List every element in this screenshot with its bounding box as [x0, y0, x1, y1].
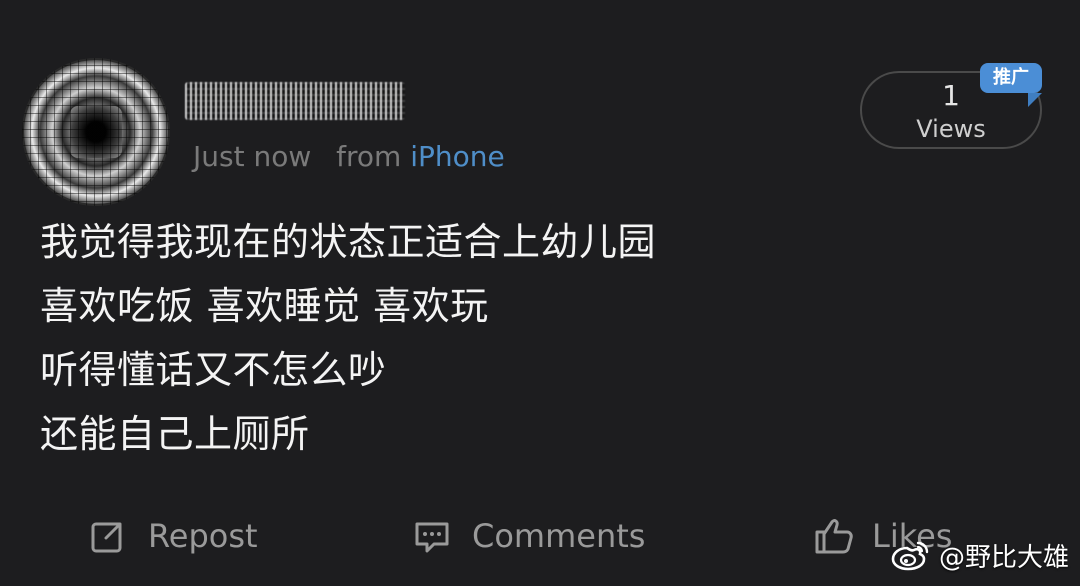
post-platform-link[interactable]: iPhone [410, 140, 505, 173]
promotion-badge: 推广 [980, 63, 1042, 107]
comments-icon [412, 516, 452, 556]
post-body-line: 我觉得我现在的状态正适合上幼儿园 [40, 220, 657, 264]
repost-icon [88, 516, 128, 556]
user-avatar[interactable] [22, 58, 170, 206]
like-icon [812, 514, 856, 558]
weibo-post-screen: Just now from iPhone 1 Views 推广 我觉得我现在的状… [0, 0, 1080, 586]
comments-button[interactable]: Comments [412, 514, 645, 558]
repost-label: Repost [148, 517, 258, 555]
views-label: Views [916, 115, 986, 143]
post-meta: Just now from iPhone [193, 137, 505, 177]
post-body: 我觉得我现在的状态正适合上幼儿园 喜欢吃饭 喜欢睡觉 喜欢玩 听得懂话又不怎么吵… [40, 210, 800, 466]
image-watermark: @野比大雄 [889, 534, 1069, 576]
repost-button[interactable]: Repost [88, 514, 258, 558]
post-body-line: 听得懂话又不怎么吵 [40, 348, 387, 392]
comments-label: Comments [472, 517, 646, 555]
post-source-prefix: from [336, 140, 402, 173]
weibo-logo-icon [891, 541, 929, 571]
post-time: Just now [193, 140, 312, 173]
post-body-line: 喜欢吃饭 喜欢睡觉 喜欢玩 [40, 284, 489, 328]
avatar-pixelation-overlay [22, 58, 170, 206]
blurred-username[interactable] [185, 82, 405, 120]
post-body-line: 还能自己上厕所 [40, 412, 310, 456]
watermark-text: @野比大雄 [938, 542, 1069, 573]
